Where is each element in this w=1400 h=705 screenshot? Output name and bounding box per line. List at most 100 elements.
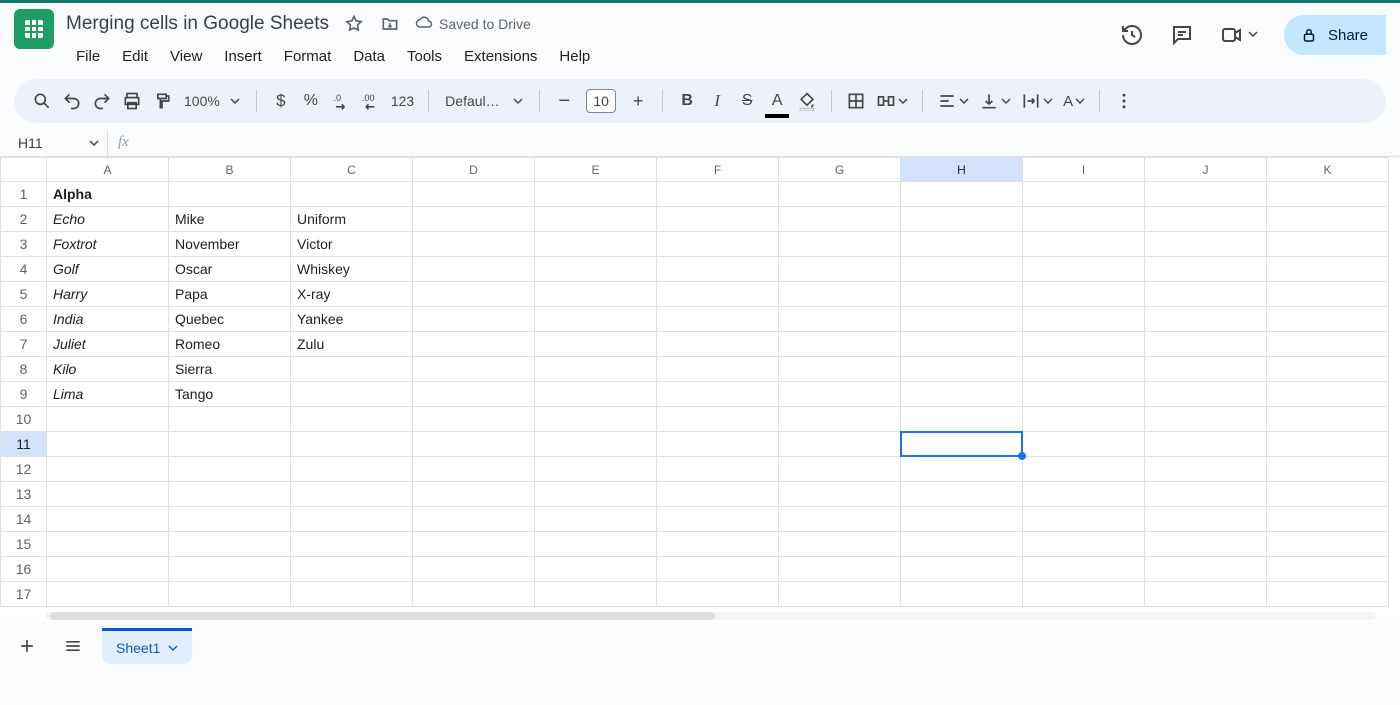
cell-A4[interactable]: Golf [47, 257, 169, 282]
cell-J9[interactable] [1145, 382, 1267, 407]
cell-K8[interactable] [1267, 357, 1389, 382]
history-icon[interactable] [1120, 23, 1144, 47]
sheet-tab[interactable]: Sheet1 [102, 628, 192, 664]
cell-D9[interactable] [413, 382, 535, 407]
cell-G16[interactable] [779, 557, 901, 582]
cell-H7[interactable] [901, 332, 1023, 357]
cell-A8[interactable]: Kilo [47, 357, 169, 382]
cell-H16[interactable] [901, 557, 1023, 582]
cell-C12[interactable] [291, 457, 413, 482]
italic-button[interactable]: I [703, 86, 731, 116]
cell-J2[interactable] [1145, 207, 1267, 232]
cell-F1[interactable] [657, 182, 779, 207]
cell-G7[interactable] [779, 332, 901, 357]
cell-C13[interactable] [291, 482, 413, 507]
meet-icon[interactable] [1220, 23, 1258, 47]
cell-I8[interactable] [1023, 357, 1145, 382]
cell-K15[interactable] [1267, 532, 1389, 557]
column-header-E[interactable]: E [535, 158, 657, 182]
merge-cells-button[interactable] [872, 86, 912, 116]
cell-A17[interactable] [47, 582, 169, 607]
cell-D1[interactable] [413, 182, 535, 207]
cell-A7[interactable]: Juliet [47, 332, 169, 357]
cell-D8[interactable] [413, 357, 535, 382]
cell-A11[interactable] [47, 432, 169, 457]
menu-extensions[interactable]: Extensions [454, 44, 547, 69]
document-title[interactable]: Merging cells in Google Sheets [66, 13, 329, 35]
borders-button[interactable] [842, 86, 870, 116]
cell-C8[interactable] [291, 357, 413, 382]
cell-J6[interactable] [1145, 307, 1267, 332]
column-header-J[interactable]: J [1145, 158, 1267, 182]
row-header-12[interactable]: 12 [1, 457, 47, 482]
cell-C5[interactable]: X-ray [291, 282, 413, 307]
cell-D6[interactable] [413, 307, 535, 332]
cell-J1[interactable] [1145, 182, 1267, 207]
all-sheets-button[interactable] [56, 629, 90, 663]
row-header-4[interactable]: 4 [1, 257, 47, 282]
column-header-C[interactable]: C [291, 158, 413, 182]
move-icon[interactable] [379, 13, 401, 35]
cell-J14[interactable] [1145, 507, 1267, 532]
cell-F17[interactable] [657, 582, 779, 607]
cell-G17[interactable] [779, 582, 901, 607]
cell-F6[interactable] [657, 307, 779, 332]
cell-G5[interactable] [779, 282, 901, 307]
vertical-align-button[interactable] [975, 86, 1015, 116]
cell-K7[interactable] [1267, 332, 1389, 357]
cell-G12[interactable] [779, 457, 901, 482]
cell-K11[interactable] [1267, 432, 1389, 457]
name-box[interactable]: H11 [14, 130, 108, 156]
cell-J5[interactable] [1145, 282, 1267, 307]
cell-A2[interactable]: Echo [47, 207, 169, 232]
cell-D5[interactable] [413, 282, 535, 307]
column-header-G[interactable]: G [779, 158, 901, 182]
cell-K6[interactable] [1267, 307, 1389, 332]
cell-E10[interactable] [535, 407, 657, 432]
cell-K2[interactable] [1267, 207, 1389, 232]
menu-tools[interactable]: Tools [397, 44, 452, 69]
cell-H13[interactable] [901, 482, 1023, 507]
cell-G8[interactable] [779, 357, 901, 382]
cell-I3[interactable] [1023, 232, 1145, 257]
cell-B2[interactable]: Mike [169, 207, 291, 232]
menu-file[interactable]: File [66, 44, 110, 69]
font-select[interactable]: Defaul… [439, 86, 529, 116]
more-toolbar-icon[interactable] [1110, 86, 1138, 116]
cell-D16[interactable] [413, 557, 535, 582]
cell-F7[interactable] [657, 332, 779, 357]
cell-F9[interactable] [657, 382, 779, 407]
cell-F4[interactable] [657, 257, 779, 282]
cell-D12[interactable] [413, 457, 535, 482]
cell-H2[interactable] [901, 207, 1023, 232]
row-header-6[interactable]: 6 [1, 307, 47, 332]
cell-I17[interactable] [1023, 582, 1145, 607]
cell-J4[interactable] [1145, 257, 1267, 282]
cell-G4[interactable] [779, 257, 901, 282]
menu-data[interactable]: Data [343, 44, 395, 69]
cell-E11[interactable] [535, 432, 657, 457]
fill-color-button[interactable] [793, 86, 821, 116]
cell-I4[interactable] [1023, 257, 1145, 282]
cell-D10[interactable] [413, 407, 535, 432]
decrease-decimal-icon[interactable]: .0 [327, 86, 355, 116]
cell-G2[interactable] [779, 207, 901, 232]
cell-E13[interactable] [535, 482, 657, 507]
cell-K3[interactable] [1267, 232, 1389, 257]
row-header-9[interactable]: 9 [1, 382, 47, 407]
cell-E4[interactable] [535, 257, 657, 282]
cell-G11[interactable] [779, 432, 901, 457]
menu-insert[interactable]: Insert [214, 44, 272, 69]
cell-C2[interactable]: Uniform [291, 207, 413, 232]
undo-icon[interactable] [58, 86, 86, 116]
cell-K16[interactable] [1267, 557, 1389, 582]
cell-G10[interactable] [779, 407, 901, 432]
row-header-14[interactable]: 14 [1, 507, 47, 532]
cell-I9[interactable] [1023, 382, 1145, 407]
cell-G6[interactable] [779, 307, 901, 332]
cell-C11[interactable] [291, 432, 413, 457]
cell-G13[interactable] [779, 482, 901, 507]
cell-B3[interactable]: November [169, 232, 291, 257]
cell-J11[interactable] [1145, 432, 1267, 457]
cell-J3[interactable] [1145, 232, 1267, 257]
